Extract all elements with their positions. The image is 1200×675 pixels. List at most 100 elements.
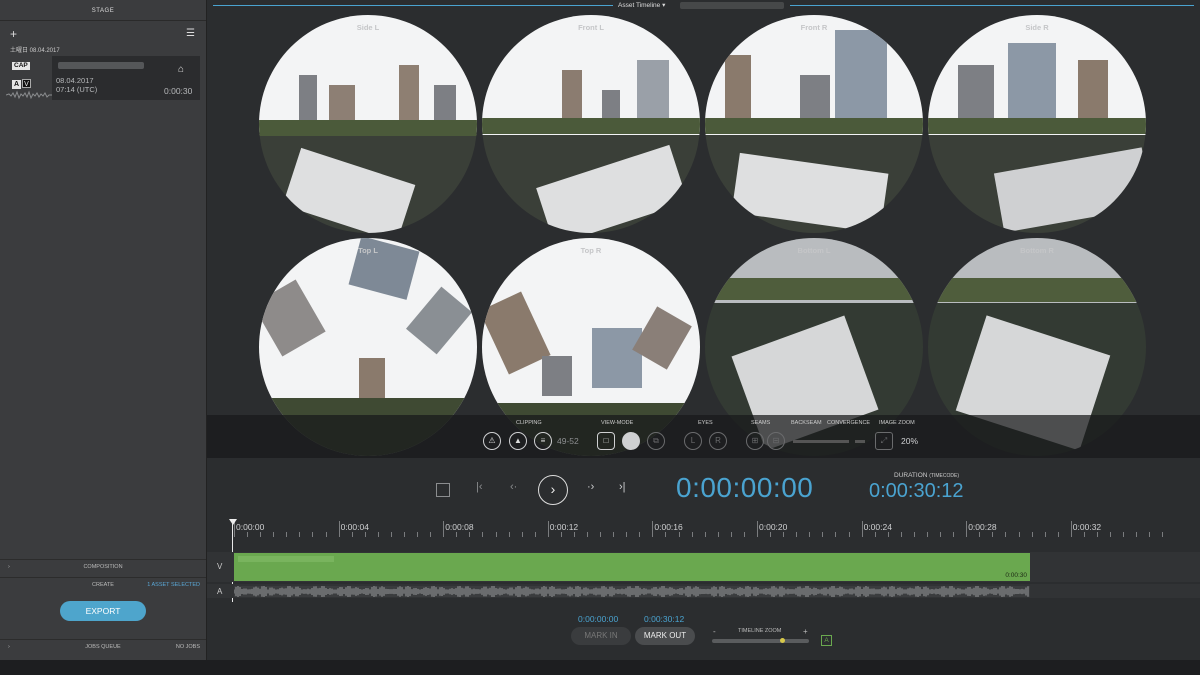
- ruler-tick-label: 0:00:08: [445, 522, 474, 532]
- ruler-tick-mark: [286, 532, 288, 537]
- clipping-low-button[interactable]: ⚠: [483, 432, 501, 450]
- ruler-tick-label: 0:00:20: [759, 522, 788, 532]
- expand-icon[interactable]: ⤢: [875, 432, 893, 450]
- composition-section[interactable]: › COMPOSITION: [0, 559, 206, 574]
- backseam-slider[interactable]: [793, 440, 849, 443]
- cap-badge: CAP: [12, 62, 30, 70]
- duration-timecode: 0:00:30:12: [869, 480, 964, 502]
- skip-to-end-icon[interactable]: ›|: [619, 481, 626, 493]
- ruler-tick-mark: [1005, 532, 1007, 537]
- zoom-in-button[interactable]: +: [803, 627, 808, 636]
- backseam-label: BACKSEAM: [791, 420, 822, 426]
- composition-label: COMPOSITION: [83, 564, 123, 570]
- ruler-tick-mark: [926, 532, 928, 537]
- timeline-zoom-handle[interactable]: [779, 638, 785, 643]
- step-forward-icon[interactable]: ·›: [587, 481, 594, 493]
- waveform-icon: [6, 90, 52, 100]
- ruler-tick-mark: [312, 532, 314, 537]
- ruler-tick-mark: [364, 532, 366, 537]
- lens-side-l: Side L: [259, 15, 477, 233]
- duration-label: DURATION (TIMECODE): [894, 472, 959, 479]
- mark-in-button[interactable]: MARK IN: [571, 627, 631, 645]
- convergence-slider[interactable]: [855, 440, 865, 443]
- ruler-tick-mark: [979, 532, 981, 537]
- asset-timeline-dropdown[interactable]: Asset Timeline ▾: [618, 1, 665, 9]
- ruler-tick-mark: [547, 521, 549, 537]
- image-zoom-label: IMAGE ZOOM: [879, 420, 915, 426]
- ruler-tick-mark: [717, 532, 719, 537]
- stage-header: STAGE: [0, 0, 206, 21]
- lens-viewer[interactable]: Side L Front L Front R Side R Top L Top …: [207, 12, 1200, 458]
- duration-title: DURATION: [894, 472, 928, 479]
- ruler-tick-mark: [469, 532, 471, 537]
- export-button[interactable]: EXPORT: [60, 601, 146, 621]
- ruler-tick-label: 0:00:00: [236, 522, 265, 532]
- ruler-tick-mark: [1123, 532, 1125, 537]
- audio-waveform[interactable]: [234, 586, 1030, 597]
- timeline-ruler[interactable]: 0:00:00 0:00:04 0:00:08 0:00:12 0:00:16 0:00:…: [207, 518, 1200, 550]
- step-back-icon[interactable]: ‹·: [510, 481, 517, 493]
- ruler-tick-label: 0:00:24: [863, 522, 892, 532]
- ruler-tick-mark: [299, 532, 301, 537]
- plus-icon[interactable]: +: [10, 27, 17, 41]
- seams-button[interactable]: ⊞: [746, 432, 764, 450]
- ruler-tick-label: 0:00:32: [1072, 522, 1102, 532]
- chevron-down-icon: ▾: [662, 2, 666, 9]
- asset-timeline-title: Asset Timeline: [618, 2, 661, 9]
- ruler-tick-mark: [508, 532, 510, 537]
- ruler-tick-mark: [796, 532, 798, 537]
- eye-right-button[interactable]: R: [709, 432, 727, 450]
- mark-out-button[interactable]: MARK OUT: [635, 627, 695, 645]
- ruler-tick-mark: [1070, 521, 1072, 537]
- ruler-tick-mark: [743, 532, 745, 537]
- video-clip-end: 0:00:30: [1005, 572, 1027, 579]
- lens-label: Side L: [356, 23, 380, 32]
- clipping-high-button[interactable]: ▲: [509, 432, 527, 450]
- stop-icon[interactable]: [436, 483, 450, 497]
- ruler-tick-mark: [1018, 532, 1020, 537]
- clip-card[interactable]: ⌂ 08.04.2017 07:14 (UTC) 0:00:30: [52, 56, 200, 100]
- ruler-tick-mark: [940, 532, 942, 537]
- zoom-out-button[interactable]: -: [713, 627, 716, 636]
- ruler-tick-label: 0:00:28: [968, 522, 997, 532]
- hamburger-icon[interactable]: ☰: [186, 28, 195, 39]
- audio-toggle-badge[interactable]: A: [821, 635, 832, 646]
- playhead-handle[interactable]: [229, 519, 237, 525]
- image-zoom-value: 20%: [901, 436, 919, 446]
- video-clip[interactable]: 0:00:30: [234, 553, 1030, 581]
- mark-in-timecode: 0:00:00:00: [578, 614, 619, 624]
- ruler-tick-mark: [1044, 532, 1046, 537]
- skip-to-start-icon[interactable]: |‹: [476, 481, 483, 493]
- ruler-tick-mark: [573, 532, 575, 537]
- ruler-tick-label: 0:00:12: [549, 522, 579, 532]
- ruler-tick-mark: [495, 532, 497, 537]
- clip-time: 07:14 (UTC): [56, 85, 98, 94]
- lens-label: Top R: [580, 246, 602, 255]
- viewmode-square-button[interactable]: □: [597, 432, 615, 450]
- ruler-tick-mark: [273, 532, 275, 537]
- clipping-zebra-button[interactable]: ≡: [534, 432, 552, 450]
- ruler-tick-mark: [887, 532, 889, 537]
- ruler-tick-mark: [587, 532, 589, 537]
- eyes-label: EYES: [698, 420, 713, 426]
- ruler-tick-mark: [861, 521, 863, 537]
- ruler-tick-mark: [560, 532, 562, 537]
- ruler-tick-mark: [443, 521, 445, 537]
- ruler-tick-mark: [325, 532, 327, 537]
- jobs-queue-section[interactable]: › JOBS QUEUE NO JOBS: [0, 639, 206, 654]
- eye-left-button[interactable]: L: [684, 432, 702, 450]
- timeline-zoom-slider[interactable]: [712, 639, 809, 643]
- lens-side-r: Side R: [928, 15, 1146, 233]
- video-clip-name-redacted: [238, 556, 334, 562]
- ruler-tick-mark: [1031, 532, 1033, 537]
- ruler-tick-mark: [338, 521, 340, 537]
- seams-toggle-button[interactable]: ⊟: [767, 432, 785, 450]
- audio-badge: A: [12, 80, 21, 89]
- ruler-tick-mark: [351, 532, 353, 537]
- ruler-tick-mark: [757, 521, 758, 537]
- viewmode-circle-button[interactable]: [622, 432, 640, 450]
- play-icon[interactable]: ›: [538, 475, 568, 505]
- tag-icon[interactable]: ⌂: [178, 64, 184, 75]
- ruler-tick-mark: [260, 532, 262, 537]
- viewmode-stereo-button[interactable]: ⧉: [647, 432, 665, 450]
